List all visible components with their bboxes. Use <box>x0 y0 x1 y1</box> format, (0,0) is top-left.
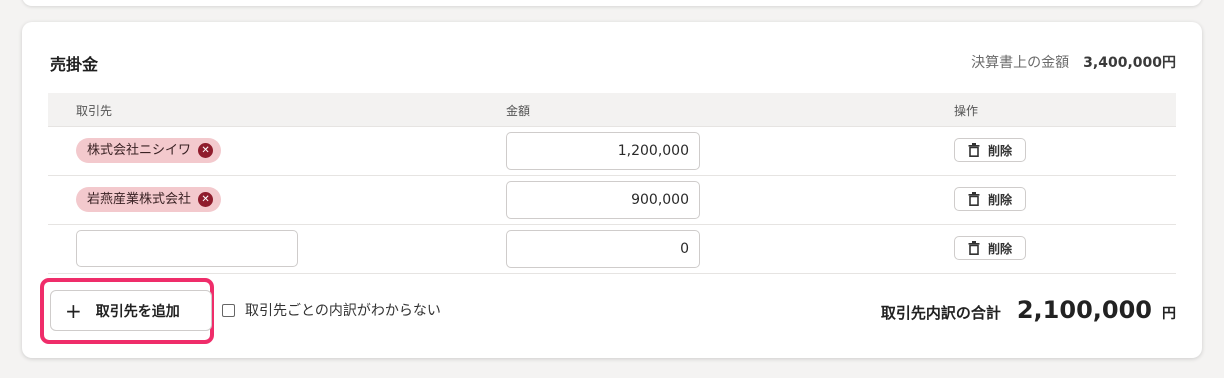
partner-tag-label: 株式会社ニシイワ <box>87 143 192 158</box>
delete-button[interactable]: 削除 <box>954 138 1026 162</box>
partner-tag-label: 岩燕産業株式会社 <box>87 192 192 207</box>
table-row: 0 削除 <box>48 224 1176 274</box>
plus-icon: + <box>65 298 82 323</box>
previous-card-edge <box>22 0 1202 6</box>
partner-tag: 岩燕産業株式会社 ✕ <box>76 187 222 212</box>
total-unit: 円 <box>1162 306 1176 322</box>
partner-breakdown-total: 取引先内訳の合計 2,100,000 円 <box>881 296 1176 324</box>
add-partner-label: 取引先を追加 <box>95 303 180 320</box>
financial-statement-amount: 決算書上の金額 3,400,000円 <box>971 52 1176 72</box>
unknown-breakdown-checkbox[interactable] <box>222 303 235 317</box>
delete-label: 削除 <box>987 241 1012 256</box>
total-value: 2,100,000 <box>1016 296 1152 324</box>
add-partner-button[interactable]: + 取引先を追加 <box>50 290 212 331</box>
header-partner: 取引先 <box>76 104 113 118</box>
header-action: 操作 <box>954 104 979 118</box>
amount-input[interactable]: 0 <box>506 230 700 268</box>
fs-amount-value: 3,400,000円 <box>1083 55 1176 71</box>
trash-icon <box>968 241 980 255</box>
unknown-breakdown-option[interactable]: 取引先ごとの内訳がわからない <box>222 300 441 320</box>
remove-tag-icon[interactable]: ✕ <box>198 192 214 207</box>
trash-icon <box>968 192 980 206</box>
unknown-breakdown-label: 取引先ごとの内訳がわからない <box>245 303 441 319</box>
amount-input[interactable]: 1,200,000 <box>506 132 700 170</box>
delete-label: 削除 <box>987 192 1012 207</box>
section-title: 売掛金 <box>50 55 99 74</box>
header-amount: 金額 <box>506 104 531 118</box>
table-row: 株式会社ニシイワ ✕ 1,200,000 削除 <box>48 126 1176 176</box>
trash-icon <box>968 143 980 157</box>
delete-label: 削除 <box>987 143 1012 158</box>
table-header: 取引先 金額 操作 <box>48 93 1176 127</box>
remove-tag-icon[interactable]: ✕ <box>198 143 214 158</box>
table-row: 岩燕産業株式会社 ✕ 900,000 削除 <box>48 175 1176 225</box>
fs-amount-label: 決算書上の金額 <box>971 55 1070 71</box>
total-label: 取引先内訳の合計 <box>880 304 1001 322</box>
partner-tag: 株式会社ニシイワ ✕ <box>76 138 222 163</box>
delete-button[interactable]: 削除 <box>954 236 1026 260</box>
delete-button[interactable]: 削除 <box>954 187 1026 211</box>
partner-input[interactable] <box>76 230 298 267</box>
amount-input[interactable]: 900,000 <box>506 181 700 219</box>
